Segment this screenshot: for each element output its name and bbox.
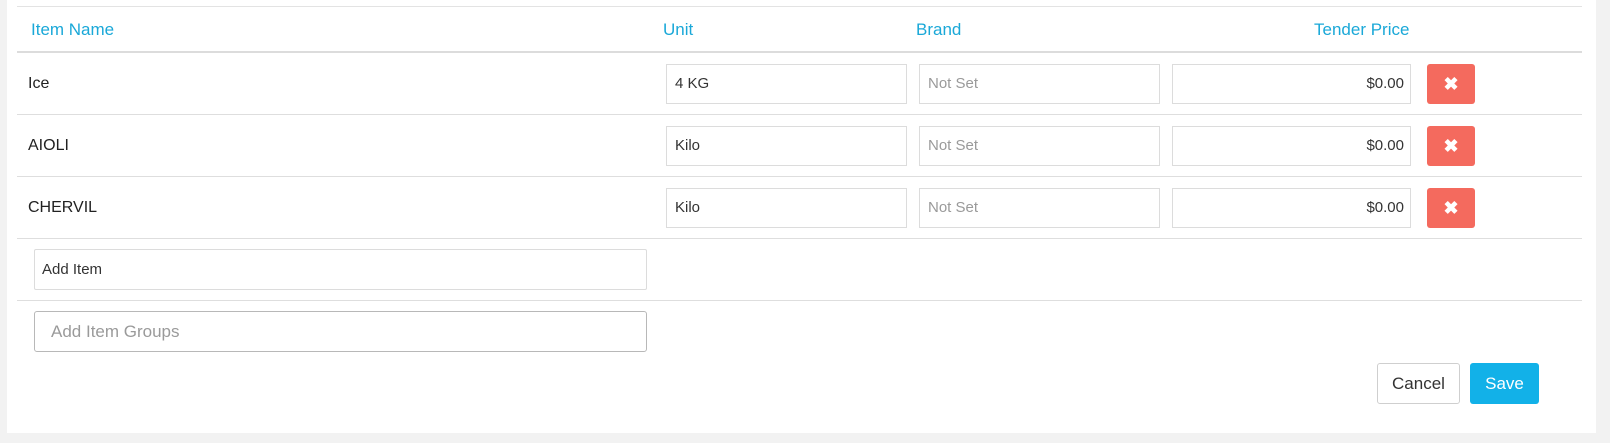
delete-row-button[interactable]: ✖	[1427, 126, 1475, 166]
row-divider	[17, 300, 1582, 301]
save-button[interactable]: Save	[1470, 363, 1539, 404]
unit-field[interactable]: Kilo	[666, 126, 907, 166]
unit-field[interactable]: Kilo	[666, 188, 907, 228]
add-item-groups-input[interactable]: Add Item Groups	[34, 311, 647, 352]
add-item-input[interactable]: Add Item	[34, 249, 647, 290]
item-name-cell: CHERVIL	[28, 199, 98, 216]
unit-field[interactable]: 4 KG	[666, 64, 907, 104]
brand-field[interactable]: Not Set	[919, 64, 1160, 104]
close-icon: ✖	[1443, 73, 1459, 94]
item-name-cell: AIOLI	[28, 137, 69, 154]
column-header-item-name[interactable]: Item Name	[31, 7, 114, 52]
item-name-cell: Ice	[28, 75, 50, 92]
brand-field[interactable]: Not Set	[919, 126, 1160, 166]
close-icon: ✖	[1443, 135, 1459, 156]
table-row: Ice 4 KG Not Set $0.00 ✖	[17, 53, 1582, 115]
row-divider	[17, 238, 1582, 239]
tender-price-field[interactable]: $0.00	[1172, 64, 1411, 104]
table-row: CHERVIL Kilo Not Set $0.00 ✖	[17, 177, 1582, 239]
close-icon: ✖	[1443, 197, 1459, 218]
cancel-button[interactable]: Cancel	[1377, 363, 1460, 404]
delete-row-button[interactable]: ✖	[1427, 188, 1475, 228]
table-row: AIOLI Kilo Not Set $0.00 ✖	[17, 115, 1582, 177]
column-header-unit[interactable]: Unit	[663, 7, 693, 52]
tender-price-field[interactable]: $0.00	[1172, 126, 1411, 166]
brand-field[interactable]: Not Set	[919, 188, 1160, 228]
column-header-brand[interactable]: Brand	[916, 7, 961, 52]
column-header-tender-price[interactable]: Tender Price	[1314, 7, 1409, 52]
table-header: Item Name Unit Brand Tender Price	[17, 7, 1582, 52]
tender-price-field[interactable]: $0.00	[1172, 188, 1411, 228]
delete-row-button[interactable]: ✖	[1427, 64, 1475, 104]
